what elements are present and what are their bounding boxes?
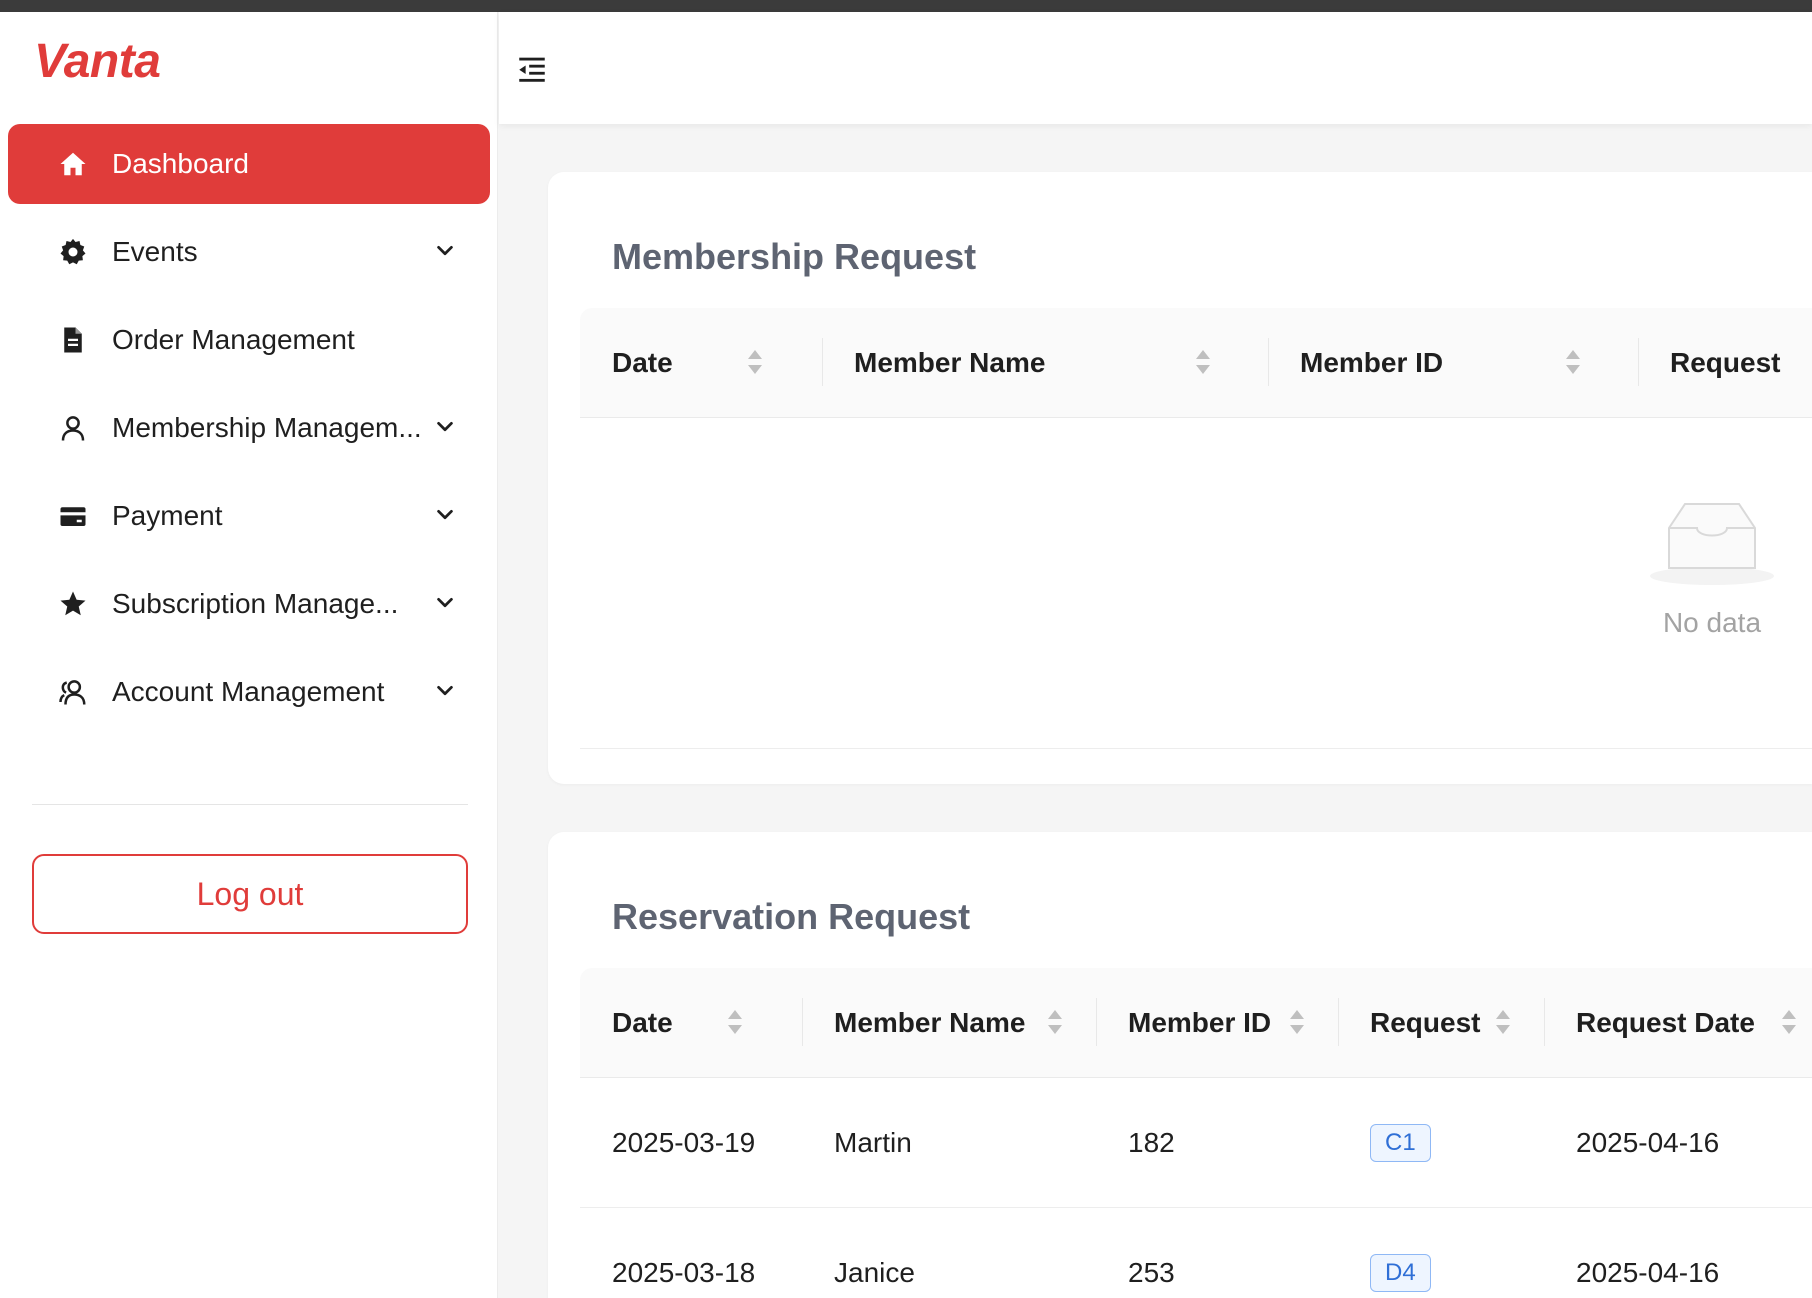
column-header-member-name[interactable]: Member Name — [834, 968, 1025, 1078]
window-top-bar — [0, 0, 1812, 12]
cell-date: 2025-03-19 — [612, 1127, 756, 1158]
column-header-request-date[interactable]: Request Date — [1576, 968, 1755, 1078]
sort-icon[interactable] — [1194, 346, 1212, 378]
membership-request-card: Membership Request Date Member Name Memb… — [548, 172, 1812, 784]
home-icon — [56, 147, 90, 181]
sort-icon[interactable] — [1780, 1006, 1798, 1038]
gear-icon — [56, 235, 90, 269]
reservation-request-card: Reservation Request Date Member Name Mem… — [548, 832, 1812, 1298]
column-separator — [1268, 338, 1269, 386]
sidebar-item-dashboard[interactable]: Dashboard — [8, 124, 490, 204]
table-header: Date Member Name Member ID Request Reque… — [580, 968, 1812, 1078]
app-logo[interactable]: Vanta — [34, 34, 161, 89]
sort-icon[interactable] — [726, 1006, 744, 1038]
table-bottom-border — [580, 748, 1812, 749]
column-header-request[interactable]: Request — [1370, 968, 1480, 1078]
table-header: Date Member Name Member ID Request — [580, 308, 1812, 418]
document-icon — [56, 323, 90, 357]
column-header-date[interactable]: Date — [612, 968, 673, 1078]
sidebar-item-events[interactable]: Events — [8, 212, 490, 292]
sort-icon[interactable] — [746, 346, 764, 378]
chevron-down-icon[interactable] — [434, 240, 456, 262]
chevron-down-icon[interactable] — [434, 504, 456, 526]
sort-icon[interactable] — [1564, 346, 1582, 378]
sort-icon[interactable] — [1046, 1006, 1064, 1038]
sidebar-item-membership-management[interactable]: Membership Managem... — [8, 388, 490, 468]
sidebar-item-label: Dashboard — [112, 148, 249, 179]
cell-member-name: Janice — [834, 1257, 915, 1288]
sidebar-item-label: Account Management — [112, 676, 385, 707]
column-separator — [822, 338, 823, 386]
sidebar-item-label: Membership Managem... — [112, 412, 422, 443]
credit-card-icon — [56, 499, 90, 533]
card-title: Reservation Request — [612, 896, 971, 937]
top-header — [499, 12, 1812, 124]
empty-state: No data — [1602, 498, 1812, 639]
chevron-down-icon[interactable] — [434, 416, 456, 438]
request-tag: D4 — [1370, 1254, 1431, 1292]
cell-member-name: Martin — [834, 1127, 912, 1158]
column-header-member-id[interactable]: Member ID — [1300, 308, 1443, 418]
empty-text: No data — [1662, 607, 1762, 638]
team-icon — [56, 675, 90, 709]
cell-member-id: 182 — [1128, 1127, 1175, 1158]
sidebar: Vanta Dashboard Events Order Management — [0, 12, 498, 1298]
sort-icon[interactable] — [1494, 1006, 1512, 1038]
user-icon — [56, 411, 90, 445]
sidebar-item-subscription-management[interactable]: Subscription Manage... — [8, 564, 490, 644]
chevron-down-icon[interactable] — [434, 680, 456, 702]
menu-fold-icon[interactable] — [515, 52, 549, 86]
column-header-member-id[interactable]: Member ID — [1128, 968, 1271, 1078]
cell-request-date: 2025-04-16 — [1576, 1127, 1720, 1158]
column-separator — [1638, 338, 1639, 386]
column-header-request[interactable]: Request — [1670, 308, 1780, 418]
sidebar-item-label: Payment — [112, 500, 223, 531]
request-tag: C1 — [1370, 1124, 1431, 1162]
chevron-down-icon[interactable] — [434, 592, 456, 614]
column-separator — [1096, 998, 1097, 1046]
sidebar-item-label: Events — [112, 236, 198, 267]
cell-request-date: 2025-04-16 — [1576, 1257, 1720, 1288]
empty-inbox-icon — [1650, 503, 1774, 585]
sidebar-item-order-management[interactable]: Order Management — [8, 300, 490, 380]
cell-date: 2025-03-18 — [612, 1257, 756, 1288]
column-separator — [802, 998, 803, 1046]
table-row[interactable]: 2025-03-19 Martin 182 C1 2025-04-16 — [580, 1078, 1812, 1208]
cell-member-id: 253 — [1128, 1257, 1175, 1288]
column-header-date[interactable]: Date — [612, 308, 673, 418]
column-separator — [1338, 998, 1339, 1046]
table-row[interactable]: 2025-03-18 Janice 253 D4 2025-04-16 — [580, 1208, 1812, 1298]
logout-button[interactable]: Log out — [32, 854, 468, 934]
column-header-member-name[interactable]: Member Name — [854, 308, 1045, 418]
sidebar-item-label: Subscription Manage... — [112, 588, 399, 619]
sidebar-item-label: Order Management — [112, 324, 355, 355]
sort-icon[interactable] — [1288, 1006, 1306, 1038]
column-separator — [1544, 998, 1545, 1046]
sidebar-item-payment[interactable]: Payment — [8, 476, 490, 556]
sidebar-menu: Dashboard Events Order Management Member… — [8, 124, 490, 740]
sidebar-divider — [32, 804, 468, 805]
sidebar-item-account-management[interactable]: Account Management — [8, 652, 490, 732]
card-title: Membership Request — [612, 236, 977, 277]
star-icon — [56, 587, 90, 621]
